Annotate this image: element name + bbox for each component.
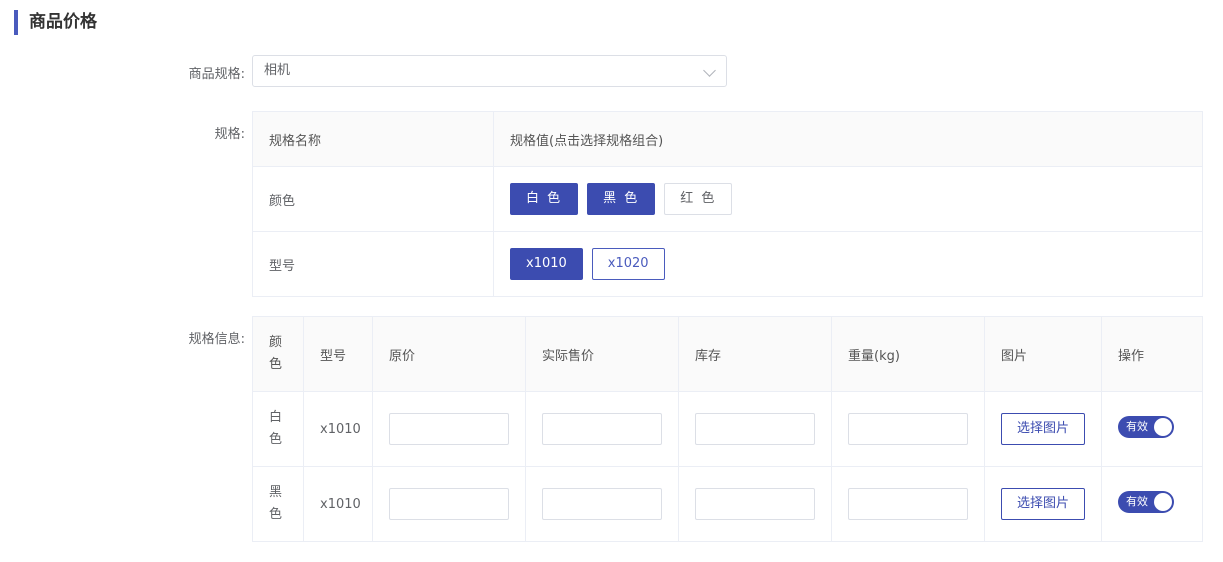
chip-x1020[interactable]: x1020 — [591, 248, 665, 280]
status-toggle-label: 有效 — [1126, 495, 1148, 508]
original-price-cell — [372, 466, 526, 542]
stock-cell — [678, 391, 832, 467]
specs-label: 规格: — [214, 127, 245, 142]
toggle-knob — [1154, 493, 1172, 511]
header-original-price: 原价 — [372, 316, 526, 392]
action-cell: 有效 — [1101, 391, 1203, 467]
sale-price-cell — [525, 466, 679, 542]
select-image-button[interactable]: 选择图片 — [1001, 488, 1085, 520]
sale-price-input[interactable] — [542, 413, 662, 445]
table-row: 黑色 x1010 选择图片 有效 — [252, 466, 1203, 542]
stock-input[interactable] — [695, 413, 815, 445]
header-action: 操作 — [1101, 316, 1203, 392]
image-cell: 选择图片 — [984, 391, 1102, 467]
action-cell: 有效 — [1101, 466, 1203, 542]
image-cell: 选择图片 — [984, 466, 1102, 542]
spec-table: 规格名称 规格值(点击选择规格组合) 颜色 白 色黑 色红 色 型号 x1010… — [252, 111, 1203, 297]
stock-cell — [678, 466, 832, 542]
spec-table-header: 规格名称 规格值(点击选择规格组合) — [252, 111, 1203, 167]
original-price-input[interactable] — [389, 413, 509, 445]
header-model: 型号 — [303, 316, 373, 392]
status-toggle[interactable]: 有效 — [1118, 491, 1174, 513]
spec-values-model: x1010 x1020 — [493, 231, 1203, 297]
original-price-input[interactable] — [389, 488, 509, 520]
spec-values-color: 白 色黑 色红 色 — [493, 166, 1203, 232]
header-sale-price: 实际售价 — [525, 316, 679, 392]
header-weight: 重量(kg) — [831, 316, 985, 392]
section-title: 商品价格 — [14, 10, 97, 35]
original-price-cell — [372, 391, 526, 467]
chevron-down-icon — [703, 64, 716, 77]
weight-input[interactable] — [848, 488, 968, 520]
table-row: 颜色 白 色黑 色红 色 — [252, 166, 1203, 232]
sale-price-input[interactable] — [542, 488, 662, 520]
header-color: 颜色 — [252, 316, 304, 392]
status-toggle[interactable]: 有效 — [1118, 416, 1174, 438]
table-row: 白色 x1010 选择图片 有效 — [252, 391, 1203, 467]
spec-info-label: 规格信息: — [188, 332, 245, 347]
select-image-button[interactable]: 选择图片 — [1001, 413, 1085, 445]
chip-white[interactable]: 白 色 — [510, 183, 579, 215]
sale-price-cell — [525, 391, 679, 467]
spec-select[interactable]: 相机 — [252, 55, 727, 87]
chip-black[interactable]: 黑 色 — [587, 183, 656, 215]
status-toggle-label: 有效 — [1126, 420, 1148, 433]
table-row: 型号 x1010 x1020 — [252, 231, 1203, 297]
row-model: x1010 — [303, 391, 373, 467]
weight-cell — [831, 466, 985, 542]
row-color: 黑色 — [252, 466, 304, 542]
header-stock: 库存 — [678, 316, 832, 392]
spec-name-model: 型号 — [252, 231, 494, 297]
row-color: 白色 — [252, 391, 304, 467]
spec-name-header: 规格名称 — [252, 111, 494, 167]
weight-cell — [831, 391, 985, 467]
stock-input[interactable] — [695, 488, 815, 520]
spec-label: 商品规格: — [188, 67, 245, 82]
weight-input[interactable] — [848, 413, 968, 445]
spec-info-table: 颜色 型号 原价 实际售价 库存 重量(kg) 图片 操作 白色 x1010 选… — [252, 316, 1203, 542]
spec-values-header: 规格值(点击选择规格组合) — [493, 111, 1203, 167]
chip-red[interactable]: 红 色 — [664, 183, 733, 215]
info-table-header: 颜色 型号 原价 实际售价 库存 重量(kg) 图片 操作 — [252, 316, 1203, 392]
header-image: 图片 — [984, 316, 1102, 392]
row-model: x1010 — [303, 466, 373, 542]
chip-x1010[interactable]: x1010 — [510, 248, 583, 280]
spec-name-color: 颜色 — [252, 166, 494, 232]
spec-select-value: 相机 — [264, 63, 291, 78]
toggle-knob — [1154, 418, 1172, 436]
